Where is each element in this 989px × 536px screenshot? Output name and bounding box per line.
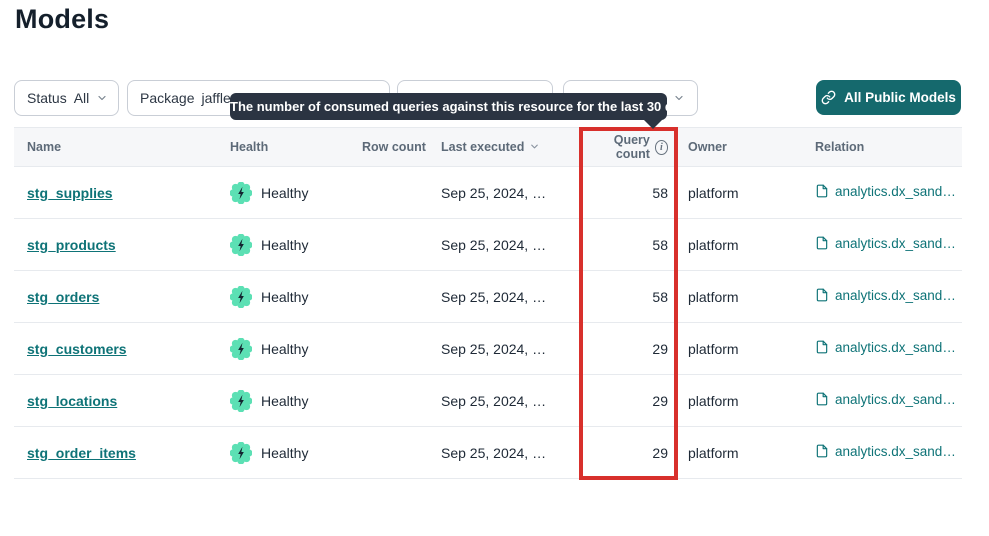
health-status-text: Healthy bbox=[261, 289, 308, 305]
model-link[interactable]: stg_supplies bbox=[27, 185, 113, 201]
owner-cell: platform bbox=[670, 289, 815, 305]
sort-chevron-icon bbox=[529, 141, 541, 153]
health-status-text: Healthy bbox=[261, 445, 308, 461]
all-public-models-label: All Public Models bbox=[844, 90, 956, 105]
query-count-cell: 29 bbox=[587, 445, 670, 461]
query-count-label: Query count bbox=[587, 133, 650, 161]
healthy-badge-icon bbox=[230, 234, 252, 256]
table-row: stg_customers Healthy Sep 25, 2024, … 29… bbox=[14, 323, 962, 375]
table-row: stg_orders Healthy Sep 25, 2024, … 58 pl… bbox=[14, 271, 962, 323]
healthy-badge-icon bbox=[230, 338, 252, 360]
status-filter-label: Status bbox=[27, 90, 67, 106]
model-link[interactable]: stg_customers bbox=[27, 341, 127, 357]
last-executed-cell: Sep 25, 2024, … bbox=[441, 445, 587, 461]
health-status-text: Healthy bbox=[261, 237, 308, 253]
models-table: Name Health Row count Last executed Quer… bbox=[14, 127, 962, 479]
column-header-row-count: Row count bbox=[362, 140, 441, 154]
last-executed-cell: Sep 25, 2024, … bbox=[441, 341, 587, 357]
health-status-text: Healthy bbox=[261, 341, 308, 357]
relation-link[interactable]: analytics.dx_sand… bbox=[815, 444, 956, 459]
tooltip-caret bbox=[643, 119, 663, 129]
all-public-models-button[interactable]: All Public Models bbox=[816, 80, 961, 115]
column-header-owner: Owner bbox=[670, 140, 815, 154]
health-status-text: Healthy bbox=[261, 393, 308, 409]
table-header-row: Name Health Row count Last executed Quer… bbox=[14, 127, 962, 167]
relation-link[interactable]: analytics.dx_sand… bbox=[815, 184, 956, 199]
owner-cell: platform bbox=[670, 237, 815, 253]
last-executed-cell: Sep 25, 2024, … bbox=[441, 185, 587, 201]
status-filter-dropdown[interactable]: Status All bbox=[14, 80, 119, 116]
link-icon bbox=[821, 90, 836, 105]
query-count-cell: 58 bbox=[587, 185, 670, 201]
healthy-badge-icon bbox=[230, 442, 252, 464]
owner-cell: platform bbox=[670, 445, 815, 461]
query-count-cell: 58 bbox=[587, 289, 670, 305]
last-executed-cell: Sep 25, 2024, … bbox=[441, 237, 587, 253]
column-header-health: Health bbox=[230, 140, 362, 154]
tooltip-text: The number of consumed queries against t… bbox=[230, 99, 695, 114]
file-icon bbox=[815, 444, 829, 458]
chevron-down-icon bbox=[96, 92, 108, 104]
last-executed-cell: Sep 25, 2024, … bbox=[441, 289, 587, 305]
column-header-name: Name bbox=[14, 140, 230, 154]
status-filter-value: All bbox=[74, 90, 90, 106]
file-icon bbox=[815, 340, 829, 354]
model-link[interactable]: stg_orders bbox=[27, 289, 99, 305]
table-row: stg_products Healthy Sep 25, 2024, … 58 … bbox=[14, 219, 962, 271]
relation-link[interactable]: analytics.dx_sand… bbox=[815, 236, 956, 251]
owner-cell: platform bbox=[670, 185, 815, 201]
last-executed-cell: Sep 25, 2024, … bbox=[441, 393, 587, 409]
owner-cell: platform bbox=[670, 341, 815, 357]
relation-link[interactable]: analytics.dx_sand… bbox=[815, 288, 956, 303]
query-count-cell: 29 bbox=[587, 341, 670, 357]
info-icon[interactable]: i bbox=[655, 140, 668, 155]
file-icon bbox=[815, 184, 829, 198]
package-filter-label: Package bbox=[140, 90, 194, 106]
relation-link[interactable]: analytics.dx_sand… bbox=[815, 340, 956, 355]
query-count-cell: 58 bbox=[587, 237, 670, 253]
owner-cell: platform bbox=[670, 393, 815, 409]
table-row: stg_locations Healthy Sep 25, 2024, … 29… bbox=[14, 375, 962, 427]
healthy-badge-icon bbox=[230, 286, 252, 308]
file-icon bbox=[815, 236, 829, 250]
query-count-cell: 29 bbox=[587, 393, 670, 409]
page-title: Models bbox=[15, 4, 109, 35]
column-header-last-executed[interactable]: Last executed bbox=[441, 140, 587, 154]
table-row: stg_order_items Healthy Sep 25, 2024, … … bbox=[14, 427, 962, 479]
model-link[interactable]: stg_products bbox=[27, 237, 116, 253]
model-link[interactable]: stg_locations bbox=[27, 393, 117, 409]
health-status-text: Healthy bbox=[261, 185, 308, 201]
table-row: stg_supplies Healthy Sep 25, 2024, … 58 … bbox=[14, 167, 962, 219]
file-icon bbox=[815, 288, 829, 302]
query-count-tooltip: The number of consumed queries against t… bbox=[230, 93, 667, 120]
models-page: Models Status All Package jaffle_ All Pu… bbox=[0, 0, 989, 536]
last-executed-label: Last executed bbox=[441, 140, 524, 154]
relation-link[interactable]: analytics.dx_sand… bbox=[815, 392, 956, 407]
healthy-badge-icon bbox=[230, 182, 252, 204]
column-header-relation: Relation bbox=[815, 140, 962, 154]
column-header-query-count: Query count i bbox=[587, 133, 670, 161]
healthy-badge-icon bbox=[230, 390, 252, 412]
model-link[interactable]: stg_order_items bbox=[27, 445, 136, 461]
file-icon bbox=[815, 392, 829, 406]
